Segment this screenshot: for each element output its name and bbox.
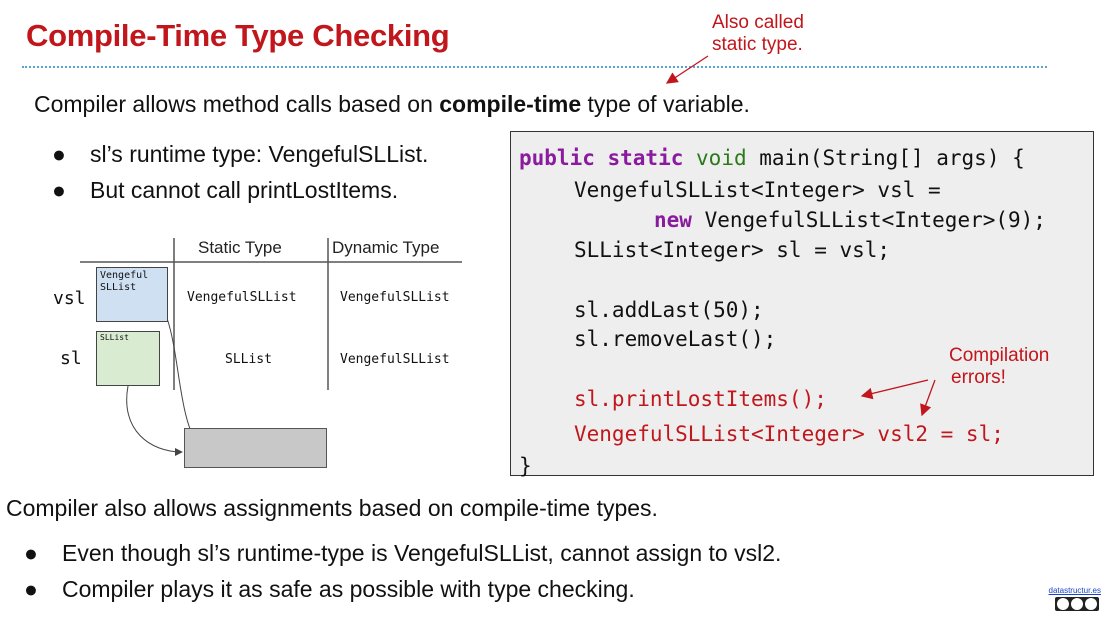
code-keyword-public-static: public static [519, 146, 684, 170]
code-line-8-error: VengefulSLList<Integer> vsl2 = sl; [574, 422, 1004, 446]
intro-bold: compile-time [439, 91, 582, 117]
cc-by-nc-sa-icon [1055, 597, 1099, 611]
bullet-dot-icon: ● [52, 177, 66, 203]
code-line-6: sl.removeLast(); [574, 327, 777, 351]
sl-static-type: SLList [225, 352, 272, 367]
bottom-bullet-list: ● Even though sl’s runtime-type is Vengef… [14, 540, 781, 612]
slide-title: Compile-Time Type Checking [26, 18, 450, 53]
compilation-errors-line2: errors! [951, 367, 1006, 388]
vsl-dynamic-type: VengefulSLList [340, 290, 450, 305]
code-line-7-error: sl.printLostItems(); [574, 387, 827, 411]
code-line-2: VengefulSLList<Integer> vsl = [574, 178, 941, 202]
sl-reference-arrow [126, 385, 183, 456]
column-header-static: Static Type [198, 238, 282, 257]
code-line-5: sl.addLast(50); [574, 298, 764, 322]
code-block: public static void main(String[] args) {… [510, 131, 1094, 478]
sl-variable-box: SLList [96, 331, 160, 386]
list-item: ● sl’s runtime type: VengefulSLList. [42, 141, 428, 177]
column-header-dynamic: Dynamic Type [332, 238, 440, 257]
code-keyword-void: void [696, 146, 747, 170]
compilation-errors-line1: Compilation [949, 345, 1050, 366]
footer-link[interactable]: datastructur.es [1045, 586, 1101, 595]
row-var-sl: sl [60, 348, 82, 369]
bullet-text: sl’s runtime type: VengefulSLList. [90, 141, 429, 167]
intro-suffix: type of variable. [581, 91, 750, 117]
sl-box-label: SLList [100, 333, 129, 342]
list-item: ● But cannot call printLostItems. [42, 177, 428, 213]
vsl-variable-box: Vengeful SLList [96, 267, 168, 322]
static-type-note: Also called static type. [712, 12, 804, 56]
vsl-box-label-line2: SLList [100, 282, 137, 293]
static-type-note-line1: Also called [712, 12, 804, 33]
bullet-dot-icon: ● [24, 576, 38, 602]
sl-dynamic-type: VengefulSLList [340, 352, 450, 367]
license-footer: datastructur.es [1045, 586, 1101, 612]
compilation-errors-note: Compilation errors! [949, 345, 1049, 389]
bullet-text: But cannot call printLostItems. [90, 177, 399, 203]
code-line-4: SLList<Integer> sl = vsl; [574, 238, 891, 262]
title-divider [22, 66, 1047, 68]
heap-object-box [184, 428, 327, 468]
bullet-text: Even though sl’s runtime-type is Vengefu… [62, 540, 782, 566]
code-keyword-new: new [654, 208, 692, 232]
vsl-static-type: VengefulSLList [187, 290, 297, 305]
code-line-3: new VengefulSLList<Integer>(9); [654, 208, 1046, 233]
list-item: ● Compiler plays it as safe as possible w… [14, 576, 781, 612]
type-table-diagram: Static Type Dynamic Type vsl Vengeful SL… [50, 230, 470, 475]
intro-prefix: Compiler allows method calls based on [34, 91, 440, 117]
code-constructor-call: VengefulSLList<Integer>(9); [691, 208, 1046, 232]
bullet-dot-icon: ● [24, 540, 38, 566]
row-var-vsl: vsl [53, 288, 86, 309]
code-line-9: } [519, 454, 532, 478]
bullet-text: Compiler plays it as safe as possible wi… [62, 576, 635, 602]
outro-sentence: Compiler also allows assignments based o… [6, 495, 658, 521]
static-type-note-line2: static type. [712, 34, 803, 55]
static-type-arrow [665, 55, 709, 84]
intro-sentence: Compiler allows method calls based on co… [34, 91, 750, 118]
list-item: ● Even though sl’s runtime-type is Vengef… [14, 540, 781, 576]
code-line-1: public static void main(String[] args) { [519, 146, 1025, 171]
code-main-signature: main(String[] args) { [746, 146, 1025, 170]
top-bullet-list: ● sl’s runtime type: VengefulSLList. ● But… [42, 141, 428, 213]
vsl-box-label-line1: Vengeful [100, 270, 149, 281]
bullet-dot-icon: ● [52, 141, 66, 167]
